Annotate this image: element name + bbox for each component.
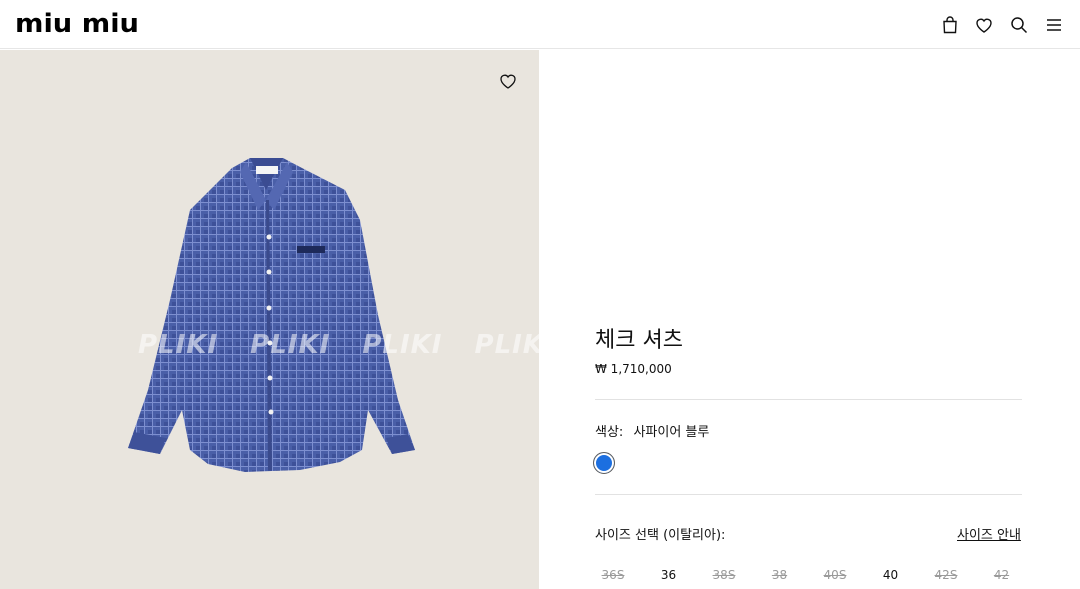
- size-option-36s: 36S: [601, 568, 625, 582]
- search-icon[interactable]: [1008, 14, 1030, 36]
- size-option-40s: 40S: [823, 568, 847, 582]
- size-options: 36S 36 38S 38 40S 40 42S 42: [593, 568, 1033, 588]
- divider: [595, 494, 1022, 495]
- menu-icon[interactable]: [1043, 14, 1065, 36]
- product-info: 체크 셔츠 ₩ 1,710,000 색상: 사파이어 블루 사이즈 선택 (이탈…: [539, 50, 1080, 589]
- shirt-illustration: [128, 158, 415, 472]
- size-option-36[interactable]: 36: [649, 568, 689, 582]
- color-swatch-sapphire-blue[interactable]: [593, 452, 615, 474]
- product-title: 체크 셔츠: [595, 328, 683, 353]
- size-option-38: 38: [771, 568, 788, 582]
- color-row: 색상: 사파이어 블루: [595, 421, 709, 440]
- heart-icon[interactable]: [973, 14, 995, 36]
- size-guide-link[interactable]: 사이즈 안내: [957, 524, 1021, 543]
- size-option-42: 42: [993, 568, 1010, 582]
- color-label: 색상:: [595, 425, 624, 440]
- watermark: PLIKI PLIKI PLIKI PLIKI PL: [138, 330, 539, 360]
- product-price: ₩ 1,710,000: [595, 362, 672, 376]
- bag-icon[interactable]: [939, 14, 961, 36]
- size-select-label: 사이즈 선택 (이탈리아):: [595, 528, 726, 543]
- color-value: 사파이어 블루: [633, 425, 710, 440]
- product-image[interactable]: PLIKI PLIKI PLIKI PLIKI PL: [0, 50, 539, 589]
- size-option-42s: 42S: [934, 568, 958, 582]
- size-option-40[interactable]: 40: [871, 568, 911, 582]
- divider: [595, 399, 1022, 400]
- site-header: miu miu: [0, 0, 1080, 49]
- size-option-38s: 38S: [712, 568, 736, 582]
- miu-miu-logo[interactable]: miu miu: [15, 10, 139, 38]
- wishlist-heart-icon[interactable]: [497, 70, 519, 92]
